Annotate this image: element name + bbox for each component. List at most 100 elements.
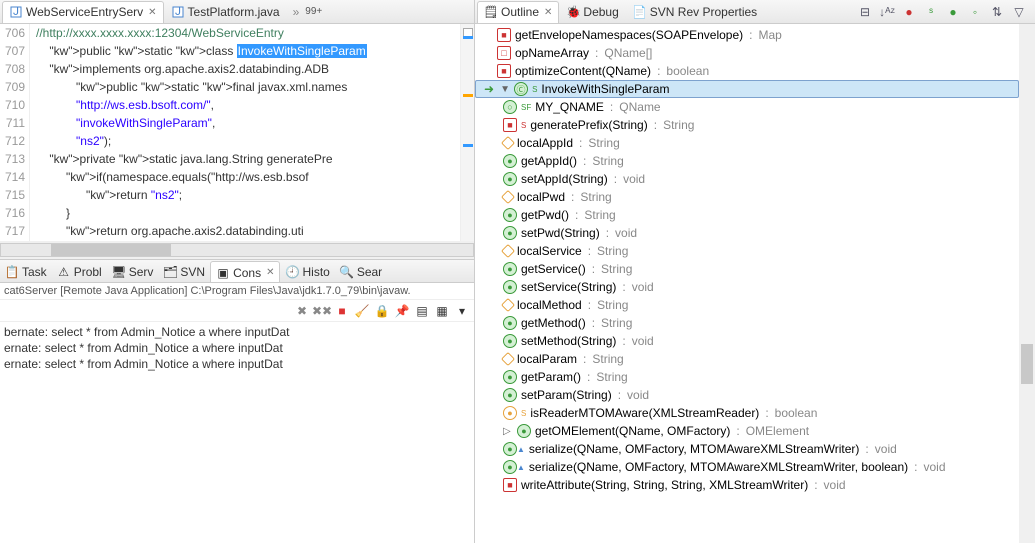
tab-search[interactable]: 🔍Sear bbox=[335, 261, 387, 283]
display-selected-icon[interactable]: ▤ bbox=[414, 303, 430, 319]
outline-item[interactable]: ● getParam():String bbox=[475, 368, 1019, 386]
public-method-icon: ● bbox=[503, 442, 517, 456]
open-console-icon[interactable]: ▦ bbox=[434, 303, 450, 319]
outline-item[interactable]: ▷● getOMElement(QName, OMFactory):OMElem… bbox=[475, 422, 1019, 440]
outline-item[interactable]: ○SF MY_QNAME:QName bbox=[475, 98, 1019, 116]
history-icon: 🕘 bbox=[285, 265, 299, 279]
tab-label: WebServiceEntryServ bbox=[26, 5, 143, 19]
code-editor[interactable]: 7067077087097107117127137147157167177187… bbox=[0, 24, 474, 241]
remove-launch-icon[interactable]: ✖ bbox=[294, 303, 310, 319]
member-name: setService(String) bbox=[521, 280, 616, 294]
member-name: opNameArray bbox=[515, 46, 589, 60]
outline-item[interactable]: localAppId:String bbox=[475, 134, 1019, 152]
java-file-icon: J bbox=[171, 5, 185, 19]
tab-console[interactable]: ▣Cons✕ bbox=[210, 261, 280, 283]
console-line: ernate: select * from Admin_Notice a whe… bbox=[4, 340, 470, 356]
expand-arrow-icon[interactable]: ▷ bbox=[503, 426, 513, 437]
member-name: localAppId bbox=[517, 136, 573, 150]
outline-item[interactable]: ■S generatePrefix(String):String bbox=[475, 116, 1019, 134]
tab-svn[interactable]: 🗂SVN bbox=[158, 261, 210, 283]
outline-item[interactable]: ● getAppId():String bbox=[475, 152, 1019, 170]
terminate-icon[interactable]: ■ bbox=[334, 303, 350, 319]
tab-label: Cons bbox=[233, 266, 261, 280]
pin-console-icon[interactable]: 📌 bbox=[394, 303, 410, 319]
outline-item[interactable]: ● setParam(String):void bbox=[475, 386, 1019, 404]
tab-label: Sear bbox=[357, 265, 382, 279]
tab-outline[interactable]: 🗒 Outline ✕ bbox=[477, 1, 559, 23]
remove-all-icon[interactable]: ✖✖ bbox=[314, 303, 330, 319]
close-icon[interactable]: ✕ bbox=[148, 7, 156, 18]
line-number-gutter: 7067077087097107117127137147157167177187… bbox=[0, 24, 30, 241]
tab-svn-rev-properties[interactable]: 📄 SVN Rev Properties bbox=[626, 1, 764, 23]
outline-item[interactable]: localService:String bbox=[475, 242, 1019, 260]
hide-local-icon[interactable]: ◦ bbox=[967, 4, 983, 20]
outline-item[interactable]: ■ getEnvelopeNamespaces(SOAPEnvelope):Ma… bbox=[475, 26, 1019, 44]
expand-arrow-icon[interactable]: ▼ bbox=[500, 84, 510, 95]
outline-item[interactable]: ■ optimizeContent(QName):boolean bbox=[475, 62, 1019, 80]
console-output[interactable]: bernate: select * from Admin_Notice a wh… bbox=[0, 322, 474, 543]
default-field-icon bbox=[501, 190, 515, 204]
view-menu-icon[interactable]: ▽ bbox=[1011, 4, 1027, 20]
outline-item[interactable]: ■ writeAttribute(String, String, String,… bbox=[475, 476, 1019, 494]
hide-fields-icon[interactable]: ● bbox=[901, 4, 917, 20]
svn-icon: 🗂 bbox=[163, 265, 177, 279]
clear-console-icon[interactable]: 🧹 bbox=[354, 303, 370, 319]
tab-label: Outline bbox=[501, 5, 539, 19]
code-body[interactable]: //http://xxxx.xxxx.xxxx:12304/WebService… bbox=[30, 24, 460, 241]
hide-nonpublic-icon[interactable]: ● bbox=[945, 4, 961, 20]
member-name: isReaderMTOMAware(XMLStreamReader) bbox=[530, 406, 759, 420]
outline-item[interactable]: □ opNameArray:QName[] bbox=[475, 44, 1019, 62]
outline-item[interactable]: ● getMethod():String bbox=[475, 314, 1019, 332]
scroll-lock-icon[interactable]: 🔒 bbox=[374, 303, 390, 319]
outline-item[interactable]: ● setService(String):void bbox=[475, 278, 1019, 296]
member-name: localMethod bbox=[517, 298, 582, 312]
outline-item[interactable]: ● getService():String bbox=[475, 260, 1019, 278]
tab-servers[interactable]: 🖥Serv bbox=[107, 261, 159, 283]
member-name: getPwd() bbox=[521, 208, 569, 222]
close-icon[interactable]: ✕ bbox=[544, 7, 552, 18]
editor-tab-active[interactable]: J WebServiceEntryServ ✕ bbox=[2, 1, 164, 23]
outline-item[interactable]: localPwd:String bbox=[475, 188, 1019, 206]
focus-icon[interactable]: ⊟ bbox=[857, 4, 873, 20]
chevron-right-icon[interactable]: » bbox=[293, 5, 300, 19]
member-type: OMElement bbox=[746, 424, 809, 438]
public-method-icon: ● bbox=[503, 208, 517, 222]
close-icon[interactable]: ✕ bbox=[266, 267, 274, 278]
default-field-icon bbox=[501, 298, 515, 312]
member-type: String bbox=[663, 118, 694, 132]
outline-icon: 🗒 bbox=[484, 5, 498, 19]
public-method-icon: ● bbox=[503, 280, 517, 294]
tab-tasks[interactable]: 📋Task bbox=[0, 261, 52, 283]
dropdown-icon[interactable]: ▾ bbox=[454, 303, 470, 319]
outline-item[interactable]: ● setAppId(String):void bbox=[475, 170, 1019, 188]
member-type: String bbox=[596, 370, 627, 384]
editor-tab-second[interactable]: J TestPlatform.java bbox=[164, 1, 287, 23]
member-name: getService() bbox=[521, 262, 586, 276]
outline-item[interactable]: localParam:String bbox=[475, 350, 1019, 368]
public-method-icon: ● bbox=[503, 154, 517, 168]
outline-item[interactable]: ● setPwd(String):void bbox=[475, 224, 1019, 242]
member-type: QName[] bbox=[604, 46, 652, 60]
tab-debug[interactable]: 🐞 Debug bbox=[559, 1, 625, 23]
tab-history[interactable]: 🕘Histo bbox=[280, 261, 334, 283]
svg-text:J: J bbox=[13, 6, 19, 18]
outline-item[interactable]: ●S isReaderMTOMAware(XMLStreamReader):bo… bbox=[475, 404, 1019, 422]
outline-item[interactable]: ● setMethod(String):void bbox=[475, 332, 1019, 350]
outline-tree[interactable]: ■ getEnvelopeNamespaces(SOAPEnvelope):Ma… bbox=[475, 24, 1019, 543]
overview-ruler[interactable] bbox=[460, 24, 474, 241]
outline-item[interactable]: ➜▼ⒸS InvokeWithSingleParam bbox=[475, 80, 1019, 98]
member-type: void bbox=[923, 460, 945, 474]
right-views-tabbar: 🗒 Outline ✕ 🐞 Debug 📄 SVN Rev Properties… bbox=[475, 0, 1035, 24]
editor-tab-bar: J WebServiceEntryServ ✕ J TestPlatform.j… bbox=[0, 0, 474, 24]
tab-overflow-count[interactable]: 99+ bbox=[305, 6, 322, 17]
outline-item[interactable]: ●▲ serialize(QName, OMFactory, MTOMAware… bbox=[475, 440, 1019, 458]
vertical-scrollbar[interactable] bbox=[1019, 24, 1035, 543]
horizontal-scrollbar[interactable] bbox=[0, 241, 474, 259]
outline-item[interactable]: ●▲ serialize(QName, OMFactory, MTOMAware… bbox=[475, 458, 1019, 476]
outline-item[interactable]: ● getPwd():String bbox=[475, 206, 1019, 224]
link-editor-icon[interactable]: ⇅ bbox=[989, 4, 1005, 20]
tab-problems[interactable]: ⚠Probl bbox=[52, 261, 107, 283]
outline-item[interactable]: localMethod:String bbox=[475, 296, 1019, 314]
sort-icon[interactable]: ↓ᴬᶻ bbox=[879, 4, 895, 20]
hide-static-icon[interactable]: ˢ bbox=[923, 4, 939, 20]
